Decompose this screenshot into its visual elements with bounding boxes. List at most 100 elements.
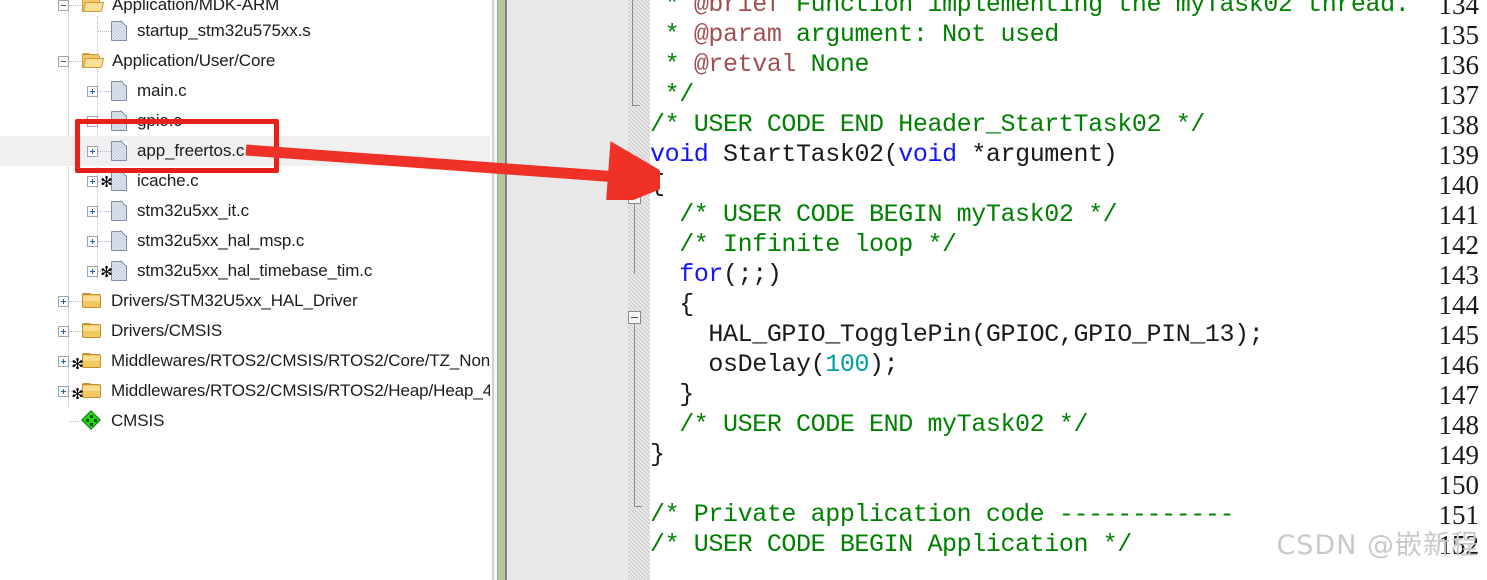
tree-connector bbox=[69, 4, 82, 6]
line-number: 142 bbox=[1438, 230, 1480, 260]
expand-icon[interactable] bbox=[87, 175, 98, 187]
indent-spacer bbox=[0, 5, 58, 6]
tree-item-label: stm32u5xx_hal_timebase_tim.c bbox=[137, 261, 373, 280]
code-token: { bbox=[650, 290, 694, 319]
tree-connector bbox=[69, 330, 82, 332]
code-line[interactable]: * @retval None bbox=[650, 50, 870, 80]
tree-item-label: Drivers/CMSIS bbox=[111, 321, 223, 340]
code-line[interactable]: } bbox=[650, 440, 665, 470]
code-line[interactable]: /* USER CODE BEGIN Application */ bbox=[650, 530, 1132, 560]
expand-icon[interactable] bbox=[87, 205, 98, 217]
expand-icon[interactable] bbox=[87, 265, 98, 277]
line-number: 139 bbox=[1438, 140, 1480, 170]
tree-item-stm32u5xx-hal-timebase-tim-c[interactable]: ✻ stm32u5xx_hal_timebase_tim.c bbox=[0, 254, 490, 286]
collapse-icon[interactable] bbox=[58, 0, 69, 11]
expander-spacer bbox=[58, 416, 69, 427]
line-number: 140 bbox=[1438, 170, 1480, 200]
tree-item-label: icache.c bbox=[137, 171, 199, 190]
tree-connector bbox=[98, 120, 111, 122]
expand-icon[interactable] bbox=[58, 385, 69, 397]
code-folding-strip[interactable] bbox=[628, 0, 650, 580]
line-number: 143 bbox=[1438, 260, 1480, 290]
expand-icon[interactable] bbox=[87, 145, 98, 157]
indent-spacer bbox=[0, 361, 58, 362]
fold-toggle-144[interactable] bbox=[628, 311, 641, 324]
code-token: /* USER CODE BEGIN Application */ bbox=[650, 530, 1132, 559]
source-file-icon bbox=[111, 104, 132, 132]
code-token: /* Infinite loop */ bbox=[650, 230, 957, 259]
code-line[interactable]: */ bbox=[650, 80, 695, 110]
code-line[interactable]: * @brief Function implementing the myTas… bbox=[650, 0, 1410, 20]
tree-connector bbox=[69, 420, 82, 422]
line-number: 144 bbox=[1438, 290, 1480, 320]
icon-label-gap bbox=[102, 361, 111, 362]
code-line[interactable]: * @param argument: Not used bbox=[650, 20, 1060, 50]
folder-open-icon bbox=[82, 0, 105, 13]
fold-line bbox=[634, 424, 635, 506]
code-line[interactable]: osDelay(100); bbox=[650, 350, 898, 380]
tree-item-main-c[interactable]: main.c bbox=[0, 74, 490, 106]
fold-toggle-140[interactable] bbox=[628, 191, 641, 204]
tree-item-drivers-cmsis[interactable]: Drivers/CMSIS bbox=[0, 316, 490, 346]
indent-spacer bbox=[0, 121, 87, 122]
code-line[interactable]: void StartTask02(void *argument) bbox=[650, 140, 1118, 170]
expand-icon[interactable] bbox=[58, 355, 69, 367]
tree-item-icache-c[interactable]: ✻ icache.c bbox=[0, 164, 490, 196]
collapse-icon[interactable] bbox=[58, 55, 69, 67]
expand-icon[interactable] bbox=[58, 295, 69, 307]
tree-item-stm32u5xx-it-c[interactable]: stm32u5xx_it.c bbox=[0, 194, 490, 226]
pane-splitter[interactable] bbox=[490, 0, 520, 580]
line-number: 147 bbox=[1438, 380, 1480, 410]
icon-label-gap bbox=[128, 91, 137, 92]
indent-spacer bbox=[0, 271, 87, 272]
code-token: /* USER CODE END Header_StartTask02 */ bbox=[650, 110, 1205, 139]
code-token: * bbox=[650, 20, 694, 49]
tree-item-app-freertos-c[interactable]: app_freertos.c bbox=[0, 134, 490, 166]
tree-item-drivers-stm32u5xx-hal-driver[interactable]: Drivers/STM32U5xx_HAL_Driver bbox=[0, 286, 490, 316]
line-number-gutter bbox=[520, 0, 628, 580]
code-line[interactable]: /* Infinite loop */ bbox=[650, 230, 957, 260]
code-token: (;;) bbox=[723, 260, 782, 289]
tree-item-application-user-core[interactable]: Application/User/Core bbox=[0, 46, 490, 76]
tree-item-label: main.c bbox=[137, 81, 187, 100]
splitter-grip[interactable] bbox=[498, 0, 505, 580]
code-line[interactable]: /* USER CODE END Header_StartTask02 */ bbox=[650, 110, 1205, 140]
code-token: /* USER CODE END myTask02 */ bbox=[650, 410, 1089, 439]
tree-item-label: stm32u5xx_it.c bbox=[137, 201, 249, 220]
tree-item-startup-stm32u575xx-s[interactable]: startup_stm32u575xx.s bbox=[0, 14, 490, 46]
code-token: } bbox=[650, 440, 665, 469]
source-file-icon bbox=[111, 14, 132, 42]
code-line[interactable]: /* Private application code ------------ bbox=[650, 500, 1235, 530]
code-token: @brief bbox=[693, 0, 782, 19]
icon-label-gap bbox=[102, 301, 111, 302]
expand-icon[interactable] bbox=[87, 85, 98, 97]
tree-item-middlewares-rtos2-cmsis-rtos2-core-tz-non-[interactable]: ✻ Middlewares/RTOS2/CMSIS/RTOS2/Core/TZ_N… bbox=[0, 346, 490, 376]
project-explorer-panel[interactable]: Application/MDK-ARM startup_stm32u575xx.s… bbox=[0, 0, 490, 580]
modified-badge-icon: ✻ bbox=[71, 355, 84, 373]
gutter-fill bbox=[507, 0, 520, 580]
code-token: StartTask02( bbox=[708, 140, 899, 169]
code-line[interactable]: /* USER CODE END myTask02 */ bbox=[650, 410, 1088, 440]
source-file-icon: ✻ bbox=[100, 164, 132, 192]
code-token: * bbox=[650, 50, 694, 79]
indent-spacer bbox=[0, 241, 87, 242]
expand-icon[interactable] bbox=[58, 325, 69, 337]
tree-item-stm32u5xx-hal-msp-c[interactable]: stm32u5xx_hal_msp.c bbox=[0, 224, 490, 256]
code-line[interactable]: { bbox=[650, 170, 665, 200]
tree-connector bbox=[69, 60, 82, 62]
code-line[interactable]: } bbox=[650, 380, 694, 410]
tree-item-gpio-c[interactable]: gpio.c bbox=[0, 104, 490, 136]
tree-item-middlewares-rtos2-cmsis-rtos2-heap-heap-4[interactable]: ✻ Middlewares/RTOS2/CMSIS/RTOS2/Heap/Heap… bbox=[0, 376, 490, 406]
code-token: void bbox=[650, 140, 709, 169]
code-line[interactable]: { bbox=[650, 290, 694, 320]
expand-icon[interactable] bbox=[87, 115, 98, 127]
tree-item-cmsis[interactable]: CMSIS bbox=[0, 406, 490, 436]
folder-closed-icon: ✻ bbox=[71, 353, 102, 372]
icon-label-gap bbox=[102, 421, 111, 422]
expand-icon[interactable] bbox=[87, 235, 98, 247]
code-line[interactable]: for(;;) bbox=[650, 260, 782, 290]
code-line[interactable]: /* USER CODE BEGIN myTask02 */ bbox=[650, 200, 1117, 230]
source-file-icon bbox=[111, 134, 132, 162]
code-line[interactable]: HAL_GPIO_TogglePin(GPIOC,GPIO_PIN_13); bbox=[650, 320, 1263, 350]
code-editor[interactable]: 134 135 136 137 138 139 140 141 142 143 144 145 146 1… bbox=[520, 0, 1487, 580]
